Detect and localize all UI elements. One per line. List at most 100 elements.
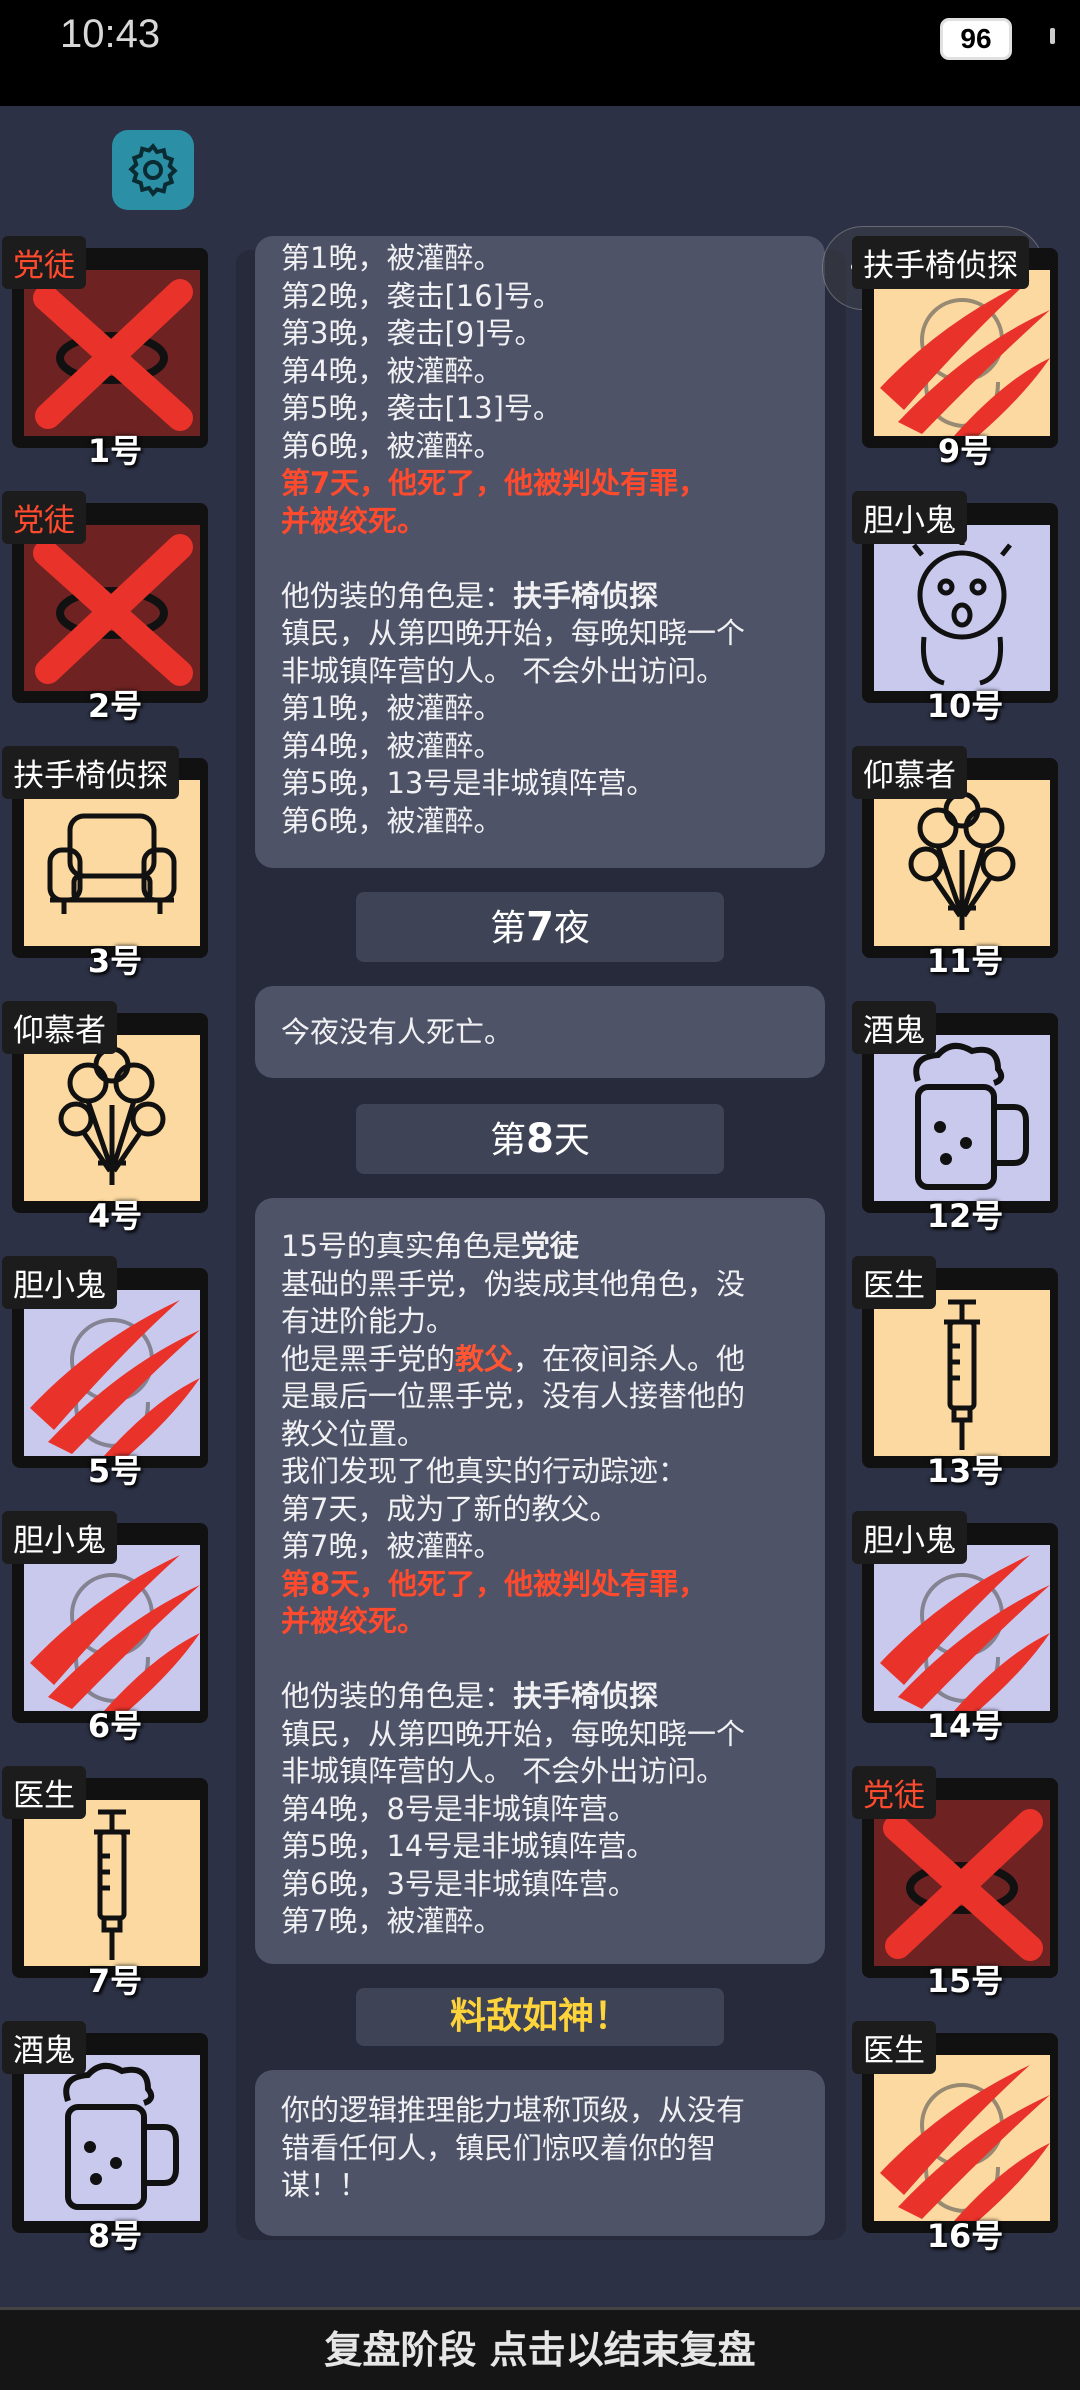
- role-desc-line: 基础的黑手党，伪装成其他角色，没: [281, 1266, 746, 1301]
- log-line: 第5晚，袭击[13]号。: [281, 391, 562, 425]
- player-seat-16号[interactable]: 医生 16号: [852, 2021, 1058, 2255]
- player-seat-3号[interactable]: 扶手椅侦探 3号: [2, 746, 208, 980]
- player-seat-15号[interactable]: 党徒 15号: [852, 1766, 1058, 2000]
- player-seat-14号[interactable]: 胆小鬼 14号: [852, 1511, 1058, 1745]
- player-seat-1号[interactable]: 党徒 1号: [2, 236, 208, 470]
- role-desc-line: 有进阶能力。: [281, 1304, 456, 1338]
- death-line: 第8天，他死了，他被判处有罪，: [281, 1566, 708, 1601]
- log-line: 第4晚，8号是非城镇阵营。: [281, 1791, 637, 1826]
- player-number: 13号: [926, 1452, 1004, 1490]
- player-number: 7号: [87, 1962, 143, 2000]
- banner-number: 7: [526, 904, 554, 950]
- player-seat-12号[interactable]: 酒鬼 12号: [852, 1001, 1058, 1235]
- player-number: 12号: [926, 1197, 1004, 1235]
- role-tag: 扶手椅侦探: [852, 236, 1029, 289]
- player-seat-8号[interactable]: 酒鬼 8号: [2, 2021, 208, 2255]
- log-line: 第1晚，被灌醉。: [281, 691, 503, 725]
- log-line: 第7晚，被灌醉。: [281, 1529, 503, 1563]
- log-line: 我们发现了他真实的行动踪迹：: [281, 1454, 688, 1488]
- disguise-role: 扶手椅侦探: [513, 1679, 659, 1713]
- syringe-icon: [874, 1290, 1050, 1456]
- day-8-banner: 第8天: [356, 1104, 724, 1174]
- death-line: 并被绞死。: [281, 1604, 427, 1638]
- player-number: 6号: [87, 1707, 143, 1745]
- banner-prefix: 第: [490, 1120, 527, 1161]
- claw-icon: [874, 1545, 1050, 1711]
- role-tag: 酒鬼: [852, 1001, 936, 1054]
- log-line: 是最后一位黑手党，没有人接替他的: [281, 1379, 746, 1413]
- disguise-role: 扶手椅侦探: [513, 578, 659, 613]
- roses-icon: [24, 1035, 200, 1201]
- player-seat-5号[interactable]: 胆小鬼 5号: [2, 1256, 208, 1490]
- player-number: 9号: [937, 432, 993, 470]
- cross-icon: [24, 270, 200, 436]
- log-card-1: 第1晚，被灌醉。 第2晚，袭击[16]号。 第3晚，袭击[9]号。 第4晚，被灌醉。第…: [255, 236, 825, 868]
- cross-icon: [874, 1800, 1050, 1966]
- player-number: 1号: [87, 432, 143, 470]
- beer-icon: [874, 1035, 1050, 1201]
- scared-face-icon: [874, 525, 1050, 691]
- true-role-label: 15号的真实角色是: [281, 1229, 521, 1263]
- true-role: 党徒: [520, 1229, 579, 1263]
- role-tag: 仰慕者: [2, 1001, 117, 1054]
- syringe-icon: [24, 1800, 200, 1966]
- log-line: 第4晚，被灌醉。: [281, 353, 503, 388]
- role-tag: 医生: [852, 1256, 936, 1309]
- role-tag: 胆小鬼: [2, 1511, 117, 1564]
- log-line: 镇民，从第四晚开始，每晚知晓一个: [281, 616, 746, 650]
- no-death-text: 今夜没有人死亡。: [281, 1015, 514, 1049]
- player-seat-2号[interactable]: 党徒 2号: [2, 491, 208, 725]
- death-line: 并被绞死。: [281, 503, 427, 538]
- log-line: 第2晚，袭击[16]号。: [281, 278, 562, 313]
- log-line: 第6晚，3号是非城镇阵营。: [281, 1866, 637, 1901]
- log-line: 第5晚，13号是非城镇阵营。: [281, 766, 656, 800]
- armchair-icon: [24, 780, 200, 946]
- log-line: 非城镇阵营的人。 不会外出访问。: [281, 653, 726, 688]
- player-seat-10号[interactable]: 胆小鬼 10号: [852, 491, 1058, 725]
- role-tag: 党徒: [2, 491, 86, 544]
- player-seat-4号[interactable]: 仰慕者 4号: [2, 1001, 208, 1235]
- player-number: 8号: [87, 2217, 143, 2255]
- claw-icon: [24, 1290, 200, 1456]
- log-line: 第4晚，被灌醉。: [281, 728, 503, 763]
- log-line: 第7天，成为了新的教父。: [281, 1491, 619, 1526]
- player-seat-6号[interactable]: 胆小鬼 6号: [2, 1511, 208, 1745]
- beer-icon: [24, 2055, 200, 2221]
- battery-icon: 96: [940, 18, 1012, 60]
- disguise-label: 他伪装的角色是：: [281, 1679, 514, 1713]
- godfather-prefix: 他是黑手党的: [281, 1341, 456, 1376]
- role-tag: 胆小鬼: [852, 1511, 967, 1564]
- settings-button[interactable]: [112, 130, 194, 210]
- player-number: 14号: [926, 1707, 1004, 1745]
- claw-icon: [874, 270, 1050, 436]
- player-seat-7号[interactable]: 医生 7号: [2, 1766, 208, 2000]
- role-tag: 扶手椅侦探: [2, 746, 179, 799]
- role-tag: 仰慕者: [852, 746, 967, 799]
- player-seat-11号[interactable]: 仰慕者 11号: [852, 746, 1058, 980]
- godfather-role: 教父: [455, 1341, 514, 1376]
- end-review-button[interactable]: 复盘阶段 点击以结束复盘: [0, 2307, 1080, 2390]
- player-seat-9号[interactable]: 扶手椅侦探 9号: [852, 236, 1058, 470]
- player-seat-13号[interactable]: 医生 13号: [852, 1256, 1058, 1490]
- result-line: 谋！！: [281, 2168, 369, 2202]
- log-line: 非城镇阵营的人。 不会外出访问。: [281, 1754, 726, 1788]
- status-time: 10:43: [60, 12, 161, 56]
- player-number: 11号: [926, 942, 1004, 980]
- result-line: 你的逻辑推理能力堪称顶级，从没有: [281, 2093, 746, 2127]
- log-line: 教父位置。: [281, 1416, 427, 1451]
- player-number: 4号: [87, 1197, 143, 1235]
- player-number: 5号: [87, 1452, 143, 1490]
- player-number: 15号: [926, 1962, 1004, 2000]
- log-line: 第1晚，被灌醉。: [281, 241, 503, 275]
- godfather-suffix: ，在夜间杀人。他: [513, 1341, 746, 1376]
- claw-icon: [24, 1545, 200, 1711]
- role-tag: 党徒: [852, 1766, 936, 1819]
- log-card-3: 15号的真实角色是党徒 基础的黑手党，伪装成其他角色，没 有进阶能力。 他是黑手党…: [255, 1198, 825, 1964]
- status-bar: 10:43 96: [0, 0, 1080, 106]
- log-line: 第6晚，被灌醉。: [281, 428, 503, 463]
- role-tag: 医生: [852, 2021, 936, 2074]
- log-line: 第6晚，被灌醉。: [281, 803, 503, 838]
- banner-suffix: 天: [553, 1120, 590, 1161]
- log-line: 第3晚，袭击[9]号。: [281, 316, 544, 350]
- log-line: 第7晚，被灌醉。: [281, 1904, 503, 1938]
